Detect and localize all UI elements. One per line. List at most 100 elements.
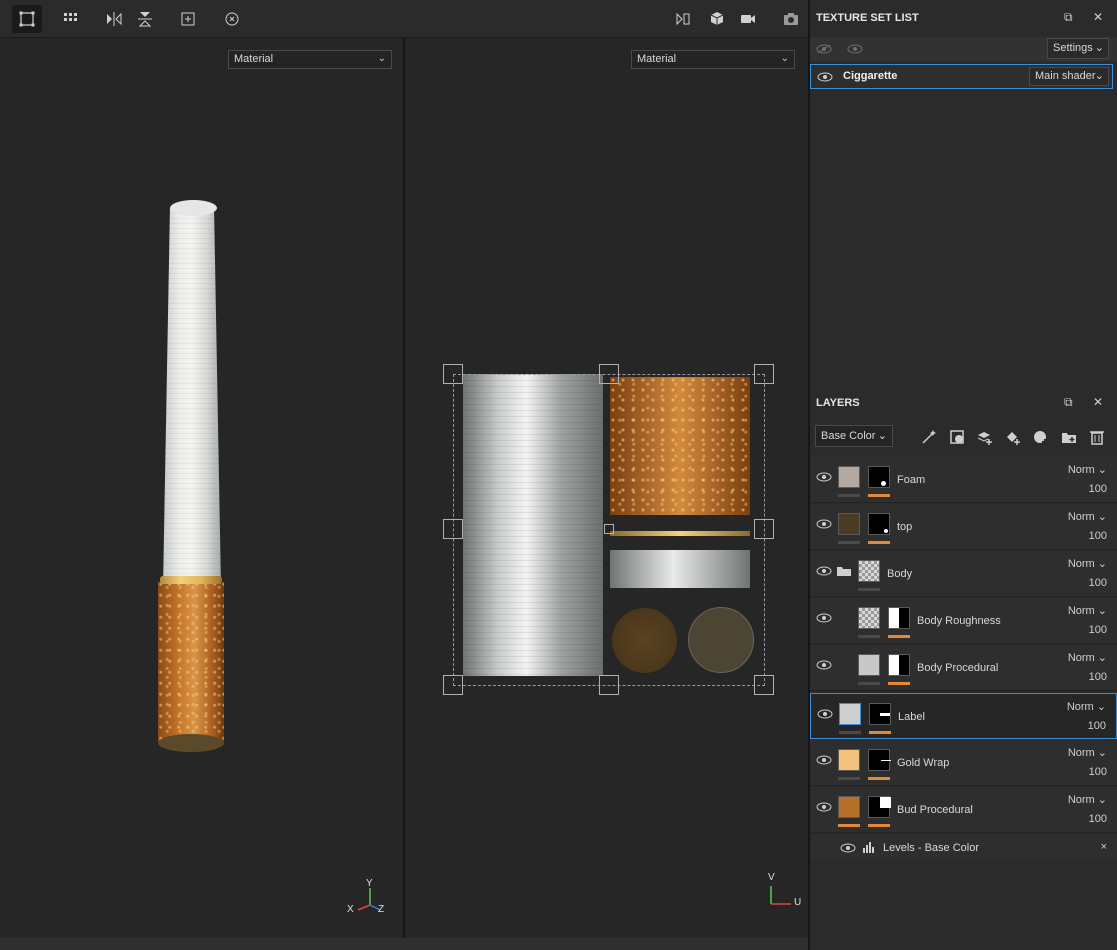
mask-thumbnail[interactable] — [868, 466, 890, 488]
add-smart-mask-icon[interactable] — [946, 426, 968, 448]
mask-thumbnail[interactable] — [868, 749, 891, 771]
screenshot-camera-icon[interactable] — [776, 5, 806, 33]
opacity-value[interactable]: 100 — [1089, 766, 1107, 778]
opacity-value[interactable]: 100 — [1089, 483, 1107, 495]
add-folder-icon[interactable] — [1058, 426, 1080, 448]
transform-handle-br[interactable] — [754, 675, 774, 695]
eye-icon[interactable] — [816, 755, 832, 765]
blend-mode-select[interactable]: Norm ⌄ — [1067, 700, 1106, 713]
transform-handle-bl[interactable] — [443, 675, 463, 695]
layer-thumbnail[interactable] — [838, 749, 860, 771]
split-view-icon[interactable] — [668, 5, 698, 33]
transform-handle-tl[interactable] — [443, 364, 463, 384]
eye-icon[interactable] — [816, 566, 832, 576]
pivot-handle[interactable] — [604, 524, 614, 534]
mask-thumbnail[interactable] — [868, 796, 891, 818]
add-layer-icon[interactable] — [974, 426, 996, 448]
layer-row-bud-procedural[interactable]: Bud Procedural Norm ⌄ 100 — [810, 787, 1117, 833]
remove-effect-icon[interactable]: × — [1101, 841, 1107, 853]
eye-icon[interactable] — [847, 44, 863, 54]
opacity-value[interactable]: 100 — [1089, 530, 1107, 542]
opacity-value[interactable]: 100 — [1089, 624, 1107, 636]
opacity-value[interactable]: 100 — [1089, 671, 1107, 683]
layer-bar — [839, 731, 861, 734]
layer-bar — [838, 541, 860, 544]
transform-handle-mr[interactable] — [754, 519, 774, 539]
add-fill-layer-icon[interactable] — [1002, 426, 1024, 448]
blend-mode-select[interactable]: Norm ⌄ — [1068, 557, 1107, 570]
eye-icon[interactable] — [840, 843, 856, 853]
reset-camera-icon[interactable] — [217, 5, 247, 33]
layer-thumbnail[interactable] — [839, 703, 861, 725]
layer-thumbnail[interactable] — [838, 466, 860, 488]
cigarette-bottom — [158, 734, 224, 752]
chevron-down-icon: ⌄ — [1094, 42, 1104, 54]
opacity-value[interactable]: 100 — [1089, 577, 1107, 589]
effect-row-levels[interactable]: Levels - Base Color × — [810, 835, 1117, 860]
grid-view-icon[interactable] — [56, 5, 86, 33]
layer-thumbnail[interactable] — [838, 513, 860, 535]
blend-mode-select[interactable]: Norm ⌄ — [1068, 604, 1107, 617]
layer-row-gold-wrap[interactable]: Gold Wrap Norm ⌄ 100 — [810, 740, 1117, 786]
viewport-toolbar — [0, 0, 808, 38]
eye-icon[interactable] — [816, 802, 832, 812]
mask-thumbnail[interactable] — [888, 607, 910, 629]
layer-row-label[interactable]: Label Norm ⌄ 100 — [810, 693, 1117, 739]
folder-icon[interactable] — [836, 565, 852, 577]
layer-row-body-roughness[interactable]: Body Roughness Norm ⌄ 100 — [810, 598, 1117, 644]
opacity-value[interactable]: 100 — [1088, 720, 1106, 732]
eye-hidden-icon[interactable] — [816, 44, 832, 54]
eye-icon[interactable] — [816, 613, 832, 623]
frame-selection-icon[interactable] — [173, 5, 203, 33]
viewport-2d-material-select[interactable]: Material ⌄ — [631, 50, 795, 69]
blend-mode-select[interactable]: Norm ⌄ — [1068, 793, 1107, 806]
transform-handle-tm[interactable] — [599, 364, 619, 384]
transform-handle-bm[interactable] — [599, 675, 619, 695]
viewport-3d[interactable]: Material ⌄ Y X Z — [0, 38, 403, 938]
symmetry-x-icon[interactable] — [99, 5, 129, 33]
blend-mode-select[interactable]: Norm ⌄ — [1068, 463, 1107, 476]
mask-thumbnail[interactable] — [888, 654, 910, 676]
blend-mode-select[interactable]: Norm ⌄ — [1068, 746, 1107, 759]
bottom-scrollbar[interactable] — [0, 938, 808, 950]
texture-set-row[interactable]: Ciggarette Main shader ⌄ — [810, 64, 1113, 89]
eye-icon[interactable] — [817, 72, 833, 82]
layer-thumbnail[interactable] — [858, 654, 880, 676]
layers-toolbar: Base Color ⌄ — [810, 420, 1117, 454]
viewport-3d-material-select[interactable]: Material ⌄ — [228, 50, 392, 69]
layer-row-body-procedural[interactable]: Body Procedural Norm ⌄ 100 — [810, 645, 1117, 691]
camera-video-icon[interactable] — [733, 5, 763, 33]
layer-thumbnail[interactable] — [838, 796, 860, 818]
blend-mode-select[interactable]: Norm ⌄ — [1068, 510, 1107, 523]
levels-histogram-icon — [863, 842, 874, 853]
layer-thumbnail[interactable] — [858, 560, 880, 582]
layer-row-top[interactable]: top Norm ⌄ 100 — [810, 504, 1117, 550]
add-effect-icon[interactable] — [918, 426, 940, 448]
selection-mode-icon[interactable] — [12, 5, 42, 33]
eye-icon[interactable] — [816, 519, 832, 529]
eye-icon[interactable] — [816, 472, 832, 482]
channel-select[interactable]: Base Color ⌄ — [815, 425, 893, 447]
settings-button[interactable]: Settings ⌄ — [1047, 38, 1109, 59]
layer-thumbnail[interactable] — [858, 607, 880, 629]
layer-row-body[interactable]: Body Norm ⌄ 100 — [810, 551, 1117, 597]
undock-icon[interactable]: ⧉ — [1064, 395, 1073, 410]
viewport-2d[interactable]: Material ⌄ V U — [405, 38, 808, 938]
eye-icon[interactable] — [817, 709, 833, 719]
mask-thumbnail[interactable] — [869, 703, 891, 725]
symmetry-y-icon[interactable] — [130, 5, 160, 33]
add-mask-icon[interactable] — [1030, 426, 1052, 448]
opacity-value[interactable]: 100 — [1089, 813, 1107, 825]
undock-icon[interactable]: ⧉ — [1064, 10, 1073, 25]
close-icon[interactable]: ✕ — [1093, 395, 1103, 409]
transform-handle-ml[interactable] — [443, 519, 463, 539]
eye-icon[interactable] — [816, 660, 832, 670]
blend-mode-select[interactable]: Norm ⌄ — [1068, 651, 1107, 664]
shader-select[interactable]: Main shader ⌄ — [1029, 67, 1109, 86]
display-cube-icon[interactable] — [702, 5, 732, 33]
mask-thumbnail[interactable] — [868, 513, 890, 535]
layer-row-foam[interactable]: Foam Norm ⌄ 100 — [810, 457, 1117, 503]
delete-icon[interactable] — [1086, 426, 1108, 448]
close-icon[interactable]: ✕ — [1093, 10, 1103, 24]
transform-handle-tr[interactable] — [754, 364, 774, 384]
